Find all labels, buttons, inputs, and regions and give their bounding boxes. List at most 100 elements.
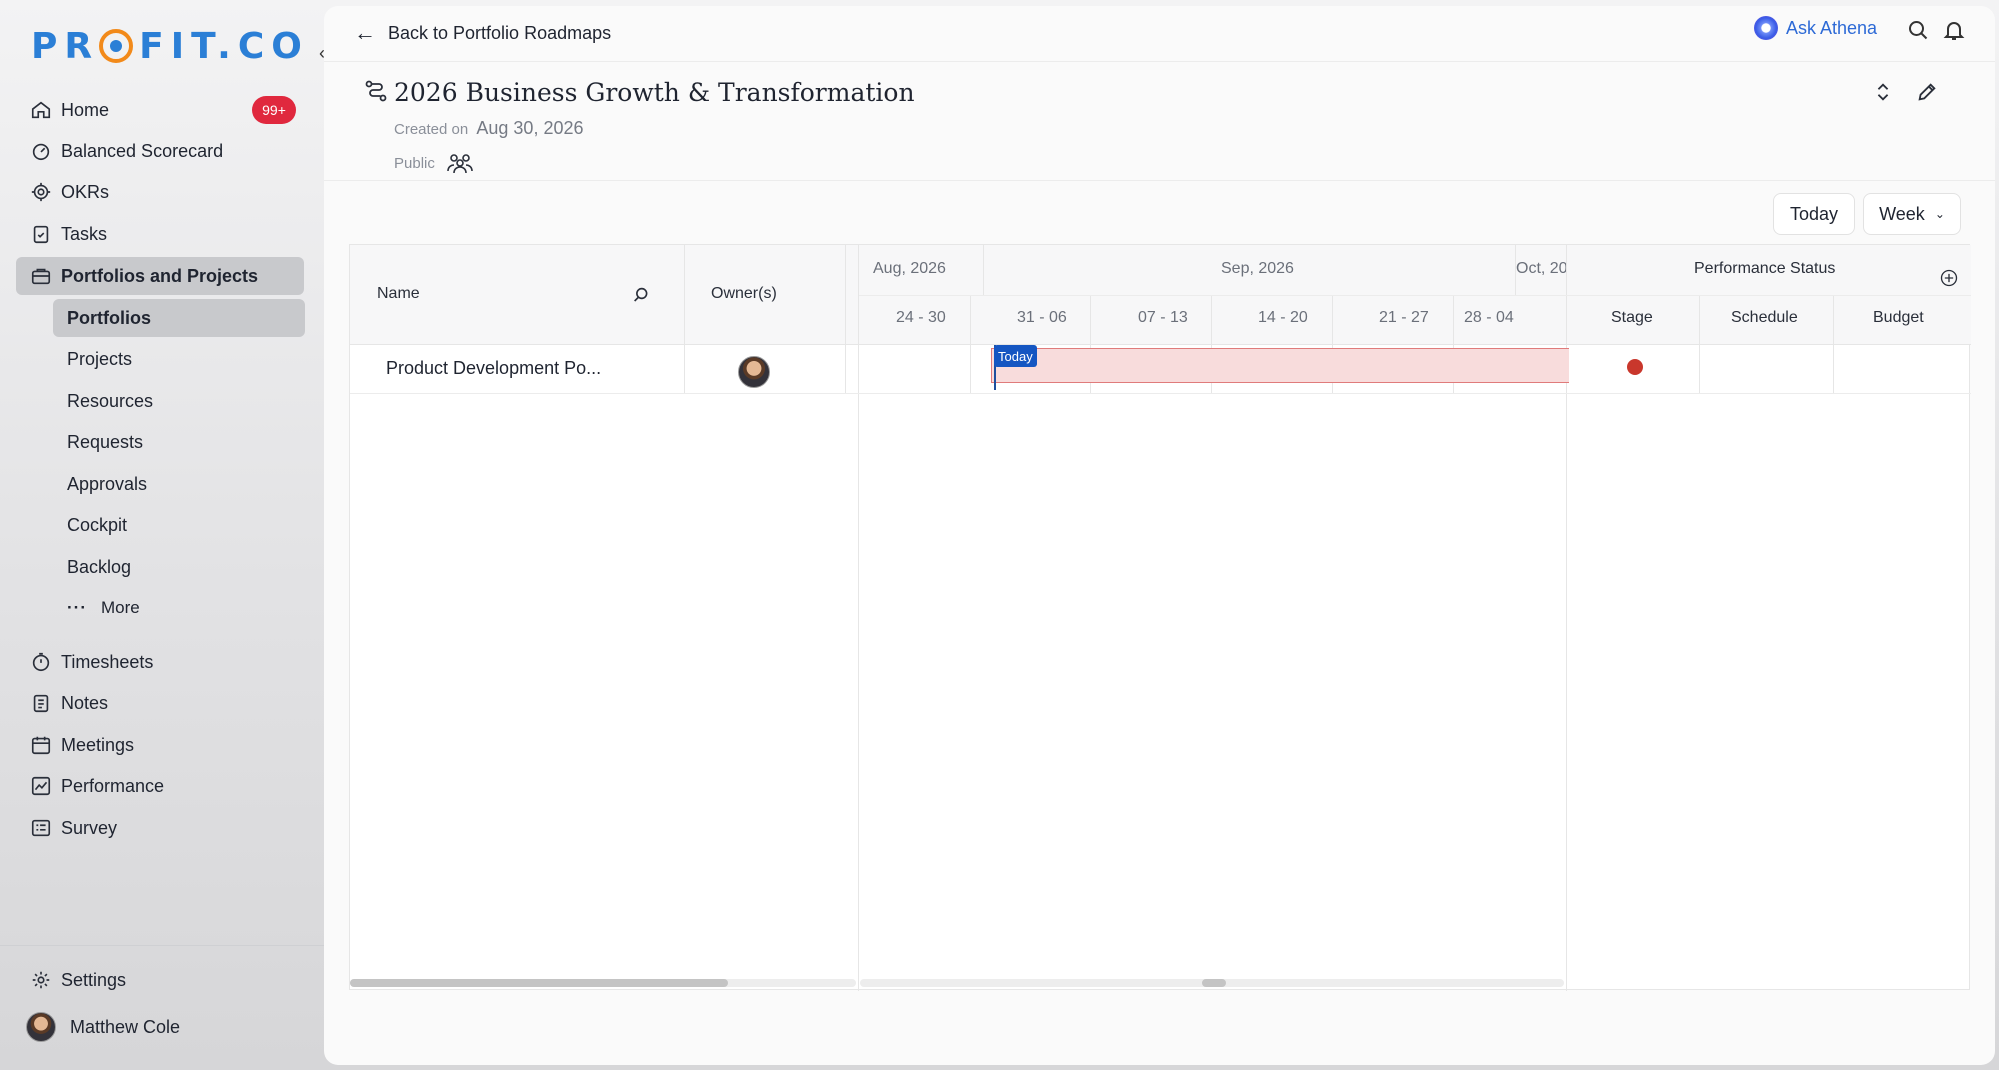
row-name-product-development[interactable]: Product Development Po... — [386, 358, 601, 379]
expand-collapse-icon[interactable] — [1872, 81, 1900, 109]
ask-athena-button[interactable]: Ask Athena — [1754, 16, 1877, 40]
sidebar-subitem-approvals[interactable]: Approvals — [53, 465, 305, 503]
sidebar-item-label: Balanced Scorecard — [61, 140, 224, 161]
search-icon[interactable] — [1906, 18, 1934, 46]
month-header: Oct, 2026 — [1516, 260, 1566, 277]
home-icon — [28, 97, 54, 123]
sidebar-item-okrs[interactable]: OKRs — [16, 173, 304, 211]
month-header: Aug, 2026 — [873, 260, 946, 277]
arrow-left-icon: ← — [354, 20, 376, 45]
clipboard-check-icon — [28, 221, 54, 247]
month-header: Sep, 2026 — [1221, 260, 1294, 277]
sidebar-item-label: Portfolios and Projects — [61, 265, 259, 286]
main-panel: ← Back to Portfolio Roadmaps Ask Athena … — [324, 6, 1995, 1065]
more-label: More — [100, 598, 140, 617]
sidebar-item-timesheets[interactable]: Timesheets — [16, 643, 304, 681]
visibility-info: Public — [394, 151, 475, 175]
sidebar-item-label: Meetings — [61, 734, 135, 755]
profit-co-logo[interactable]: PR FIT.CO — [31, 24, 309, 68]
sidebar-subitem-more[interactable]: ··· More — [53, 589, 305, 627]
back-to-portfolio-roadmaps-link[interactable]: ← Back to Portfolio Roadmaps — [354, 20, 611, 46]
logo-text-left: PR — [31, 25, 100, 67]
owners-column-header: Owner(s) — [711, 285, 777, 302]
gear-icon — [28, 967, 54, 993]
target-icon — [28, 179, 54, 205]
notes-icon — [28, 690, 54, 716]
group-users-icon — [447, 154, 473, 174]
visibility-label: Public — [394, 154, 435, 172]
athena-orb-icon — [1754, 16, 1778, 40]
sidebar-subitem-requests[interactable]: Requests — [53, 423, 305, 461]
divider — [845, 245, 846, 393]
created-label: Created on — [394, 121, 469, 138]
stage-column-header: Stage — [1611, 309, 1653, 326]
schedule-column-header: Schedule — [1731, 309, 1798, 326]
divider — [970, 295, 971, 393]
logo-text-right: FIT.CO — [139, 25, 309, 67]
row-divider — [350, 393, 1971, 394]
sidebar-item-tasks[interactable]: Tasks — [16, 215, 304, 253]
budget-column-header: Budget — [1873, 309, 1924, 326]
user-avatar — [26, 1012, 56, 1042]
week-header: 21 - 27 — [1379, 309, 1429, 326]
roadmap-grid: Name Owner(s) Aug, 2026 Sep, 2026 Oct, 2… — [349, 244, 1971, 991]
sidebar-item-portfolios-and-projects[interactable]: Portfolios and Projects — [16, 257, 304, 295]
sidebar-item-balanced-scorecard[interactable]: Balanced Scorecard — [16, 132, 304, 170]
sidebar-item-survey[interactable]: Survey — [16, 809, 304, 847]
week-header: 28 - 04 — [1464, 309, 1514, 326]
view-select-label: Week — [1879, 203, 1925, 224]
gantt-bar[interactable] — [991, 348, 1569, 383]
sidebar-subitem-projects[interactable]: Projects — [53, 340, 305, 378]
week-header: 24 - 30 — [896, 309, 946, 326]
user-profile[interactable]: Matthew Cole — [26, 1010, 180, 1044]
page-title: 2026 Business Growth & Transformation — [394, 78, 915, 107]
divider — [1699, 295, 1700, 393]
edit-pencil-icon[interactable] — [1916, 81, 1944, 109]
survey-list-icon — [28, 815, 54, 841]
sidebar-item-label: Tasks — [61, 223, 108, 244]
sidebar-item-settings[interactable]: Settings — [16, 961, 304, 999]
sidebar-item-label: Timesheets — [61, 651, 154, 672]
sidebar-item-label: Home — [61, 99, 110, 120]
sidebar-item-performance[interactable]: Performance — [16, 767, 304, 805]
week-header: 31 - 06 — [1017, 309, 1067, 326]
sidebar: PR FIT.CO ‹ Home 99+ Balanced Scorecard O… — [0, 0, 325, 1070]
divider — [858, 245, 859, 991]
add-column-plus-icon[interactable] — [1939, 268, 1961, 290]
calendar-icon — [28, 732, 54, 758]
sidebar-item-meetings[interactable]: Meetings — [16, 726, 304, 764]
sidebar-subitem-resources[interactable]: Resources — [53, 382, 305, 420]
sidebar-subitem-backlog[interactable]: Backlog — [53, 548, 305, 586]
timeline-scrollbar-thumb[interactable] — [1202, 979, 1226, 987]
briefcase-icon — [28, 263, 54, 289]
back-label: Back to Portfolio Roadmaps — [388, 22, 612, 43]
sidebar-subitem-cockpit[interactable]: Cockpit — [53, 506, 305, 544]
stopwatch-icon — [28, 649, 54, 675]
chevron-down-icon: ⌄ — [1934, 207, 1945, 221]
sidebar-divider — [0, 945, 324, 946]
roadmap-route-icon — [364, 79, 388, 103]
owner-avatar[interactable] — [738, 356, 770, 388]
divider — [859, 295, 1971, 296]
sidebar-item-home[interactable]: Home 99+ — [16, 91, 304, 129]
user-name: Matthew Cole — [70, 1016, 181, 1037]
today-button[interactable]: Today — [1773, 193, 1855, 235]
sidebar-item-label: Notes — [61, 692, 109, 713]
sidebar-subitem-portfolios[interactable]: Portfolios — [53, 299, 305, 337]
search-icon[interactable] — [632, 286, 652, 306]
sidebar-item-label: Settings — [61, 969, 127, 990]
today-marker-tag: Today — [994, 345, 1037, 367]
sidebar-item-label: Performance — [61, 775, 165, 796]
bell-icon[interactable] — [1942, 18, 1970, 46]
sidebar-item-notes[interactable]: Notes — [16, 684, 304, 722]
roadmap-header: 2026 Business Growth & Transformation Cr… — [324, 63, 1995, 181]
gauge-icon — [28, 138, 54, 164]
view-select-week[interactable]: Week ⌄ — [1863, 193, 1961, 235]
trend-chart-icon — [28, 773, 54, 799]
ask-athena-label: Ask Athena — [1786, 17, 1878, 38]
divider — [1833, 295, 1834, 393]
divider — [684, 245, 685, 393]
performance-status-header: Performance Status — [1694, 260, 1836, 277]
stage-status-dot — [1627, 359, 1643, 375]
left-scrollbar-thumb[interactable] — [350, 979, 728, 987]
